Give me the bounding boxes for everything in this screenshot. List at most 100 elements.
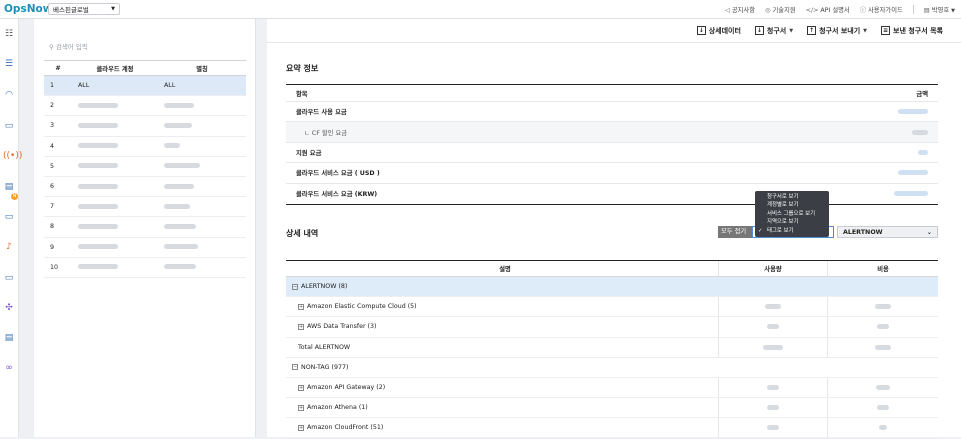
menu-item-tag[interactable]: 태그로 보기: [755, 227, 829, 236]
menu-item-region[interactable]: 지역으로 보기: [755, 218, 829, 226]
expand-icon[interactable]: +: [298, 404, 304, 411]
top-nav-api[interactable]: </> API 설명서: [806, 5, 850, 14]
menu-item-account[interactable]: 계정별로 보기: [755, 201, 829, 209]
company-select[interactable]: 베스핀글로벌 ▼: [48, 3, 120, 15]
table-row[interactable]: 5: [44, 156, 246, 177]
redacted: [767, 405, 779, 411]
company-select-value: 베스핀글로벌: [53, 6, 89, 14]
user-menu[interactable]: ▤ 박영호 ▼: [924, 5, 955, 14]
top-nav-support[interactable]: ◎ 기술지원: [765, 5, 796, 14]
collapse-icon[interactable]: −: [292, 364, 298, 371]
list-icon: ≡: [881, 26, 891, 35]
toolbar: ↓ 상세데이터 ↓ 청구서 ▼ ↑ 청구서 보내기 ▼ ≡ 보낸 청구서 목록: [267, 19, 961, 43]
table-row[interactable]: 1 ALL ALL: [44, 75, 246, 97]
view-mode-menu: 청구서로 보기 계정별로 보기 서비스 그룹으로 보기 지역으로 보기 태그로 …: [755, 191, 829, 237]
tag-select[interactable]: ALERTNOW ⌄: [837, 226, 938, 238]
col-num: #: [44, 60, 72, 76]
table-row[interactable]: 8: [44, 216, 246, 238]
top-nav-guide[interactable]: ⓘ 사용자가이드: [860, 5, 903, 14]
top-nav: ◁ 공지사항 ◎ 기술지원 </> API 설명서 ⓘ 사용자가이드 ▤ 박영호 ▼: [725, 4, 961, 14]
table-row[interactable]: + Amazon Elastic Compute Cloud (5): [286, 297, 938, 318]
network-icon[interactable]: ✣: [3, 303, 15, 313]
infinity-icon[interactable]: ∞: [3, 363, 15, 373]
redacted: [879, 425, 887, 431]
table-row[interactable]: 6: [44, 176, 246, 198]
redacted: [894, 191, 928, 197]
redacted: [877, 405, 889, 411]
table-row[interactable]: 2: [44, 95, 246, 117]
redacted: [898, 109, 928, 115]
megaphone-icon: ◁: [724, 6, 730, 14]
main-content: ↓ 상세데이터 ↓ 청구서 ▼ ↑ 청구서 보내기 ▼ ≡ 보낸 청구서 목록 요약 정보 …: [267, 19, 961, 439]
redacted: [164, 244, 198, 250]
redacted: [164, 264, 196, 270]
expand-icon[interactable]: +: [298, 323, 304, 330]
table-row[interactable]: − NON-TAG (977): [286, 358, 938, 378]
col-alias[interactable]: 별칭: [158, 60, 246, 76]
app-logo[interactable]: OpsNow: [4, 3, 52, 15]
top-nav-notice[interactable]: ◁ 공지사항: [725, 5, 755, 14]
sent-invoices-button[interactable]: ≡ 보낸 청구서 목록: [881, 26, 943, 36]
screen-icon[interactable]: ▭: [3, 212, 15, 222]
redacted: [78, 143, 118, 149]
detail-title: 상세 내역: [286, 229, 319, 238]
table-row: Total ALERTNOW: [286, 337, 938, 358]
invoice-button[interactable]: ↓ 청구서 ▼: [754, 26, 793, 36]
table-row[interactable]: + Amazon CloudFront (51): [286, 418, 938, 439]
table-row[interactable]: 9: [44, 237, 246, 258]
redacted: [875, 304, 891, 310]
redacted: [898, 170, 928, 176]
table-row[interactable]: − ALERTNOW (8): [286, 277, 938, 298]
dashboard-icon[interactable]: ☷: [3, 29, 15, 39]
redacted: [918, 149, 928, 155]
table-row[interactable]: + Amazon Athena (1): [286, 398, 938, 419]
storage-icon[interactable]: ▤: [3, 333, 15, 343]
col-account[interactable]: 클라우드 계정: [72, 60, 158, 76]
redacted: [876, 385, 890, 391]
menu-item-invoice[interactable]: 청구서로 보기: [755, 193, 829, 201]
summary-row: 지원 요금: [286, 143, 938, 164]
menu-item-service-group[interactable]: 서비스 그룹으로 보기: [755, 210, 829, 218]
collapse-all-button[interactable]: 모두 접기: [718, 226, 752, 238]
sliders-icon[interactable]: ☰: [3, 59, 15, 69]
detail-table: 설명 사용량 비용 − ALERTNOW (8) + Amazon Elastic …: [286, 260, 938, 439]
code-icon: </>: [805, 6, 819, 14]
account-search[interactable]: ⚲ 검색어 입력: [49, 41, 88, 51]
summary-header: 항목 금액: [286, 85, 938, 102]
expand-icon[interactable]: +: [298, 303, 304, 310]
gauge-icon[interactable]: ◠: [3, 90, 15, 100]
redacted: [164, 163, 200, 169]
table-row[interactable]: 10: [44, 257, 246, 278]
table-row[interactable]: 3: [44, 115, 246, 137]
top-bar: OpsNow 베스핀글로벌 ▼ ◁ 공지사항 ◎ 기술지원 </> API 설명서 ⓘ…: [0, 0, 961, 19]
table-row[interactable]: 4: [44, 136, 246, 157]
search-icon: ⚲: [49, 43, 54, 51]
download-icon: ↓: [696, 26, 706, 35]
collapse-icon[interactable]: −: [292, 283, 298, 290]
expand-icon[interactable]: +: [298, 424, 304, 431]
broadcast-icon[interactable]: ((•)): [3, 151, 22, 161]
redacted: [765, 304, 781, 310]
account-table: # 클라우드 계정 별칭 1 ALL ALL 2 3 4 5 6 7 8 9 10: [44, 60, 246, 278]
detail-data-button[interactable]: ↓ 상세데이터: [696, 26, 741, 36]
redacted: [164, 102, 194, 108]
message-icon[interactable]: ▭: [3, 273, 15, 283]
summary-table: 항목 금액 클라우드 사용 요금 ㄴ CF 할인 요금 지원 요금 클라우드 서비…: [286, 84, 938, 205]
table-row[interactable]: 7: [44, 196, 246, 218]
summary-row: ㄴ CF 할인 요금: [286, 122, 938, 143]
redacted: [164, 223, 196, 229]
send-invoice-button[interactable]: ↑ 청구서 보내기 ▼: [807, 26, 867, 36]
monitor-icon[interactable]: ▭: [3, 121, 15, 131]
detail-header: 설명 사용량 비용: [286, 261, 938, 277]
tag-select-value: ALERTNOW: [843, 228, 883, 236]
table-row[interactable]: + Amazon API Gateway (2): [286, 377, 938, 399]
redacted: [164, 122, 192, 128]
chat-icon[interactable]: ▤: [3, 182, 15, 192]
expand-icon[interactable]: +: [298, 384, 304, 391]
redacted: [78, 102, 118, 108]
table-row[interactable]: + AWS Data Transfer (3): [286, 317, 938, 338]
redacted: [767, 324, 779, 330]
redacted: [877, 324, 889, 330]
bell-icon[interactable]: ♪: [3, 242, 15, 252]
chevron-down-icon: ▼: [951, 7, 955, 14]
